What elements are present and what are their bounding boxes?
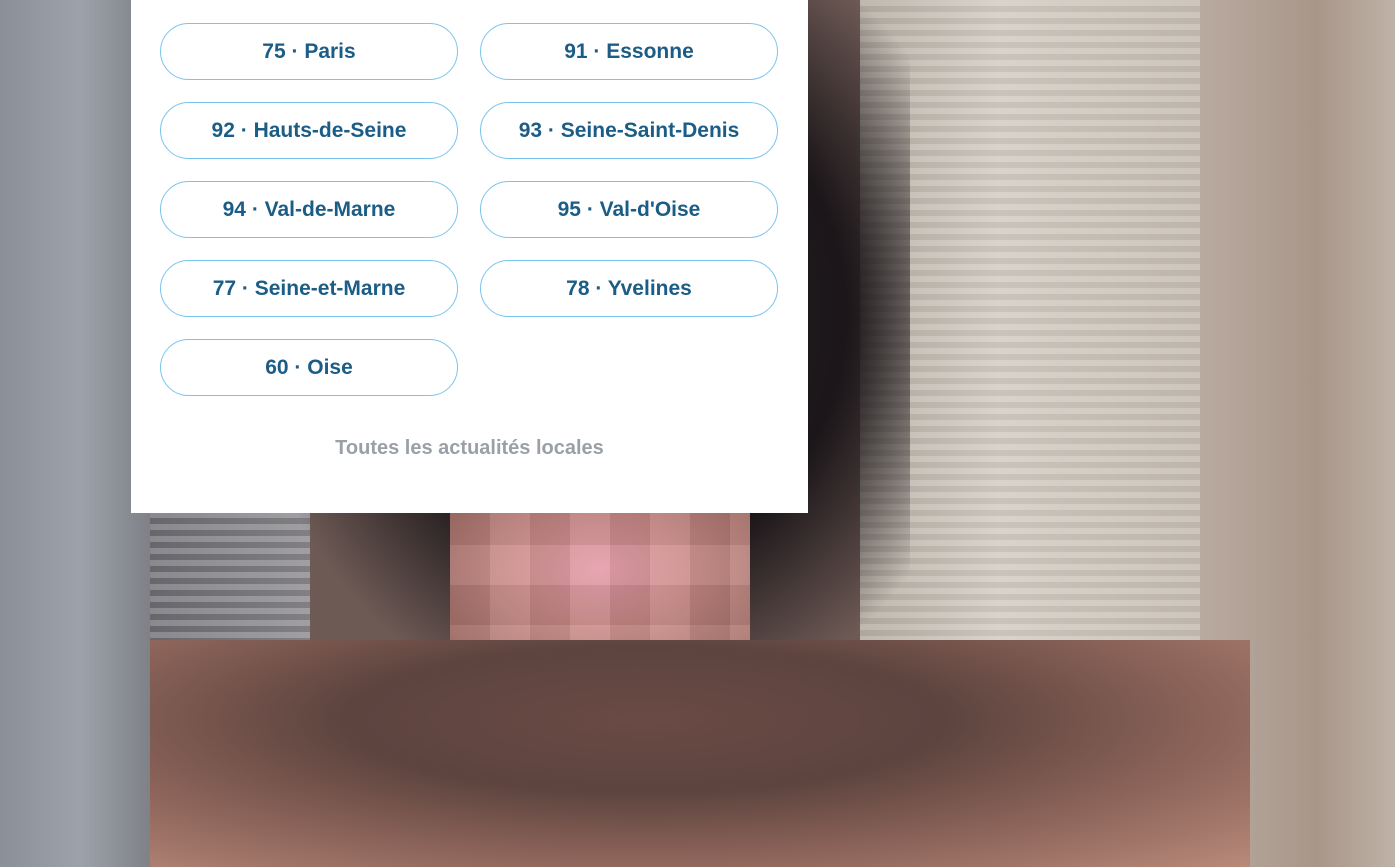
department-button-seine-et-marne[interactable]: 77 · Seine-et-Marne xyxy=(160,260,458,317)
department-button-val-de-marne[interactable]: 94 · Val-de-Marne xyxy=(160,181,458,238)
department-button-yvelines[interactable]: 78 · Yvelines xyxy=(480,260,778,317)
department-button-val-d-oise[interactable]: 95 · Val-d'Oise xyxy=(480,181,778,238)
background-blinds xyxy=(860,0,1205,660)
department-button-paris[interactable]: 75 · Paris xyxy=(160,23,458,80)
department-button-seine-saint-denis[interactable]: 93 · Seine-Saint-Denis xyxy=(480,102,778,159)
department-button-grid: 75 · Paris 91 · Essonne 92 · Hauts-de-Se… xyxy=(160,23,779,396)
department-button-hauts-de-seine[interactable]: 92 · Hauts-de-Seine xyxy=(160,102,458,159)
all-local-news-link[interactable]: Toutes les actualités locales xyxy=(131,437,808,460)
department-button-oise[interactable]: 60 · Oise xyxy=(160,339,458,396)
local-news-dropdown-panel: 75 · Paris 91 · Essonne 92 · Hauts-de-Se… xyxy=(131,0,808,513)
department-button-essonne[interactable]: 91 · Essonne xyxy=(480,23,778,80)
background-hands xyxy=(150,640,1250,867)
